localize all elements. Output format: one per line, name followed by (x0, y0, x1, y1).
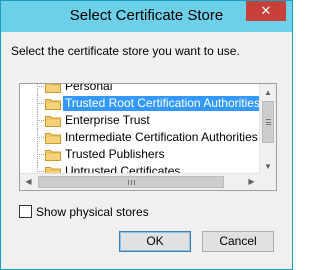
tree-item-label: Enterprise Trust (65, 113, 150, 127)
ok-button[interactable]: OK (119, 231, 191, 252)
folder-icon (45, 116, 61, 127)
tree-connector (37, 137, 44, 138)
vertical-scrollbar[interactable]: ▲ ▼ (259, 84, 276, 175)
folder-icon (45, 150, 61, 161)
tree-item-intermediate[interactable]: Intermediate Certification Authorities (20, 129, 260, 146)
instruction-text: Select the certificate store you want to… (11, 44, 240, 58)
tree-item-label: Trusted Publishers (65, 147, 165, 161)
scroll-corner (259, 173, 276, 190)
show-physical-stores-checkbox[interactable] (19, 205, 32, 218)
tree-connector (37, 103, 44, 104)
title-bar[interactable]: Select Certificate Store ✕ (1, 1, 292, 32)
scroll-up-icon[interactable]: ▲ (260, 84, 276, 101)
tree-item-trusted-root[interactable]: Trusted Root Certification Authorities (20, 95, 260, 112)
scroll-left-icon[interactable]: ◀ (20, 174, 37, 190)
grip-icon (266, 119, 271, 125)
close-button[interactable]: ✕ (246, 1, 286, 21)
tree-item-label: Personal (65, 84, 113, 93)
grip-icon (128, 180, 135, 185)
tree-connector (37, 171, 44, 172)
scroll-right-icon[interactable]: ▶ (243, 174, 260, 190)
show-physical-stores-label: Show physical stores (36, 205, 149, 219)
tree-connector (37, 120, 44, 121)
tree-item-trusted-publishers[interactable]: Trusted Publishers (20, 146, 260, 163)
vertical-scroll-thumb[interactable] (262, 101, 274, 143)
folder-icon (45, 99, 61, 110)
folder-icon (45, 133, 61, 144)
tree-item-enterprise-trust[interactable]: Enterprise Trust (20, 112, 260, 129)
tree-item-personal[interactable]: Personal (20, 84, 260, 95)
tree-connector (37, 86, 44, 87)
dialog-window: Select Certificate Store ✕ Select the ce… (0, 0, 293, 270)
horizontal-scroll-thumb[interactable] (38, 176, 224, 188)
tree-connector (37, 154, 44, 155)
cancel-button[interactable]: Cancel (202, 231, 274, 252)
store-tree: Personal Trusted Root Certification Auth… (20, 84, 260, 175)
tree-item-label: Trusted Root Certification Authorities (63, 96, 260, 111)
tree-item-label: Intermediate Certification Authorities (65, 130, 258, 144)
horizontal-scrollbar[interactable]: ◀ ▶ (20, 173, 260, 190)
folder-icon (45, 84, 61, 93)
store-tree-list[interactable]: Personal Trusted Root Certification Auth… (19, 83, 277, 191)
